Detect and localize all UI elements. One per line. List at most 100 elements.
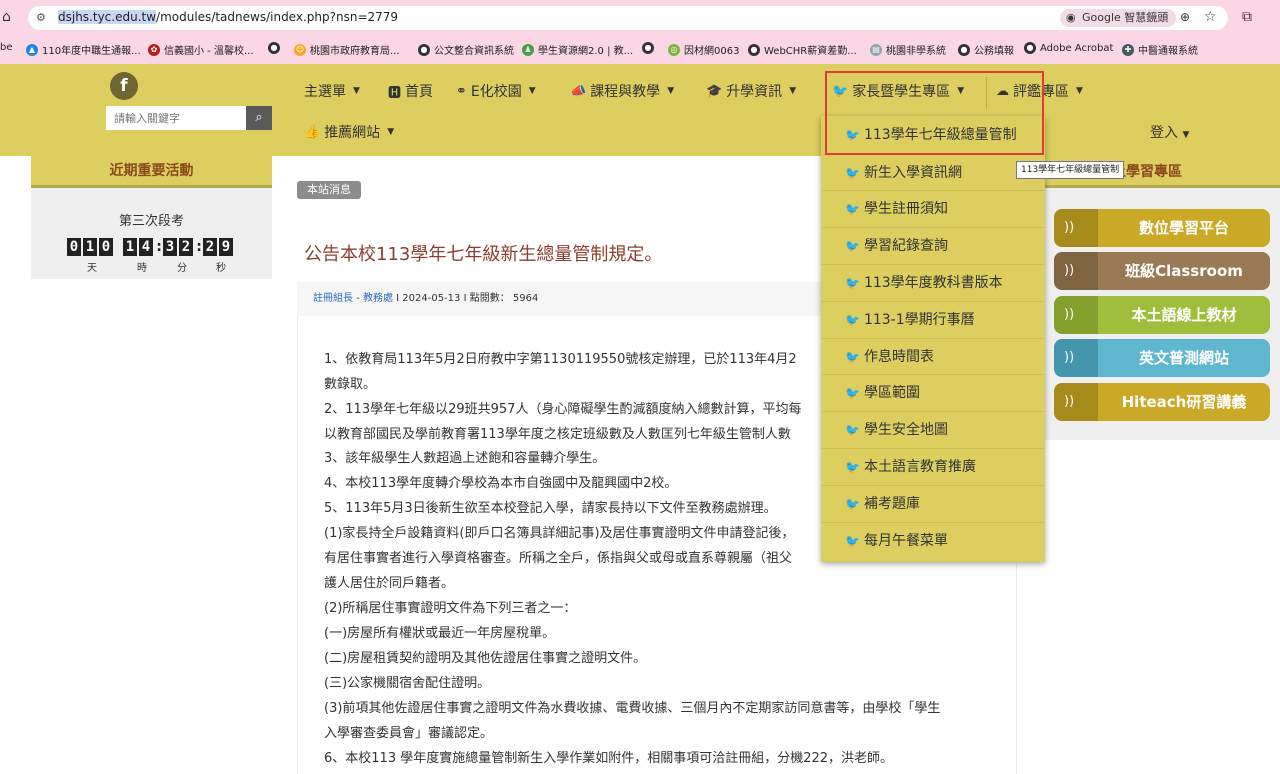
bookmark-item[interactable]: ● — [642, 42, 654, 54]
home-icon[interactable]: ⌂ — [2, 9, 18, 25]
article-paragraph: 護人居住於同戶籍者。 — [324, 576, 455, 591]
nav-further-study[interactable]: 🎓 升學資訊 ▼ — [706, 80, 796, 102]
countdown-digit: 3 — [163, 238, 177, 256]
native-language-button[interactable]: )) 本土語線上教材 — [1054, 296, 1270, 334]
author-link[interactable]: 註冊組長 — [313, 293, 353, 304]
article-paragraph: 6、本校113 學年度實施總量管制新生入學作業如附件，相關事項可洽註冊組，分機2… — [324, 751, 894, 766]
globe-icon: ● — [748, 43, 760, 56]
bookmark-item[interactable]: ◎ 因材網0063 — [668, 42, 739, 57]
nav-label: 首頁 — [405, 84, 434, 100]
dropdown-item[interactable]: 🐦 補考題庫 — [821, 485, 1045, 521]
countdown-digit: 4 — [139, 238, 153, 256]
google-lens-chip[interactable]: ◉ Google 智慧鏡頭 — [1060, 9, 1177, 27]
parents-students-dropdown: 🐦 113學年七年級總量管制 🐦 新生入學資訊網 🐦 學生註冊須知 🐦 學習紀錄查詢 🐦… — [821, 116, 1045, 562]
bookmark-item[interactable]: ● — [268, 42, 280, 54]
countdown-digit: 2 — [203, 238, 217, 256]
caret-down-icon: ▼ — [667, 86, 675, 96]
zoom-icon[interactable]: ⊕ — [1180, 10, 1190, 24]
bookmark-item[interactable]: ☺ 桃園市政府教育局... — [294, 42, 400, 57]
search-input[interactable] — [106, 106, 246, 130]
bookmark-item[interactable]: ● 公文整合資訊系統 — [418, 42, 514, 57]
news-badge[interactable]: 本站消息 — [297, 181, 361, 199]
nav-label: 升學資訊 — [726, 84, 783, 100]
dropdown-label: 學區範圍 — [863, 385, 920, 401]
bookmark-item[interactable]: ♟ 學生資源網2.0 | 教... — [522, 42, 633, 57]
nav-main-menu[interactable]: 主選單 ▼ — [304, 80, 360, 102]
bookmark-item[interactable]: ▤ 桃園非學系統 — [870, 42, 946, 57]
nav-label: 主選單 — [304, 84, 346, 100]
thumbs-up-icon: 👍 — [304, 124, 321, 140]
bookmark-item[interactable]: ● Adobe Acrobat — [1024, 42, 1113, 54]
facebook-icon[interactable]: f — [110, 72, 138, 100]
twitter-icon: 🐦 — [845, 497, 860, 511]
nav-home[interactable]: 🅷 首頁 — [388, 80, 433, 102]
dropdown-item[interactable]: 🐦 每月午餐菜單 — [821, 522, 1045, 558]
dropdown-item[interactable]: 🐦 學習紀錄查詢 — [821, 227, 1045, 263]
digital-learning-button[interactable]: )) 數位學習平台 — [1054, 209, 1270, 247]
rss-icon: )) — [1054, 209, 1098, 247]
bookmark-label: 公務填報 — [974, 46, 1014, 57]
login-button[interactable]: 登入 ▼ — [1150, 122, 1189, 142]
bullhorn-icon: 📣 — [570, 83, 587, 99]
adaptive-learning-icon: ◎ — [668, 43, 680, 56]
url-path: /modules/tadnews/index.php?nsn=2779 — [156, 10, 399, 24]
twitter-icon: 🐦 — [845, 350, 860, 364]
classroom-button[interactable]: )) 班級Classroom — [1054, 252, 1270, 290]
bookmark-label: WebCHR薪資差勤... — [764, 46, 857, 57]
bookmark-item[interactable]: ✿ 信義國小 - 溫馨校... — [148, 42, 254, 57]
nav-e-campus[interactable]: ⚭ E化校園 ▼ — [456, 80, 536, 102]
countdown-digit: 0 — [67, 238, 81, 256]
bookmark-item[interactable]: ✚ 中醫通報系統 — [1122, 42, 1198, 57]
bookmark-label: 中醫通報系統 — [1138, 46, 1198, 57]
bureau-logo-icon: ☺ — [294, 43, 306, 56]
meta-date-views: I 2024-05-13 I 點閱數： 5964 — [392, 293, 539, 304]
bookmark-item[interactable]: ● 公務填報 — [958, 42, 1014, 57]
bookmark-label: 110年度中職生通報... — [42, 46, 141, 57]
unit-minute: 分 — [177, 263, 187, 274]
address-bar[interactable]: ⚙ dsjhs.tyc.edu.tw/modules/tadnews/index… — [28, 6, 1228, 30]
article-paragraph: 5、113年5月3日後新生欲至本校登記入學，請家長持以下文件至教務處辦理。 — [324, 501, 777, 516]
caret-down-icon: ▼ — [1182, 130, 1190, 140]
dropdown-label: 補考題庫 — [863, 496, 920, 512]
twitter-icon: 🐦 — [845, 423, 860, 437]
article-paragraph: 3、該年級學生人數超過上述飽和容量轉介學生。 — [324, 451, 606, 466]
extensions-icon[interactable]: ⧉ — [1242, 9, 1252, 25]
dropdown-item[interactable]: 🐦 學區範圍 — [821, 374, 1045, 410]
bookmark-item[interactable]: be — [0, 42, 13, 53]
rss-icon: )) — [1054, 383, 1098, 421]
site-header: f ⌕ — [0, 64, 1280, 156]
english-test-button[interactable]: )) 英文普測網站 — [1054, 339, 1270, 377]
bookmark-label: 信義國小 - 溫馨校... — [164, 46, 254, 57]
nav-label: 課程與教學 — [590, 84, 661, 100]
countdown-units: 天 時 分 秒 — [31, 259, 272, 274]
twitter-icon: 🐦 — [845, 202, 860, 216]
site-settings-icon[interactable]: ⚙ — [36, 11, 46, 24]
dropdown-item[interactable]: 🐦 作息時間表 — [821, 338, 1045, 374]
dropdown-item[interactable]: 🐦 本土語言教育推廣 — [821, 448, 1045, 484]
bookmark-item[interactable]: ● WebCHR薪資差勤... — [748, 42, 857, 57]
office-link[interactable]: 教務處 — [363, 293, 393, 304]
dropdown-item[interactable]: 🐦 113學年度教科書版本 — [821, 264, 1045, 300]
url-text[interactable]: dsjhs.tyc.edu.tw/modules/tadnews/index.p… — [58, 10, 398, 24]
bookmark-item[interactable]: ▲ 110年度中職生通報... — [26, 42, 141, 57]
dropdown-item[interactable]: 🐦 學生安全地圖 — [821, 411, 1045, 447]
countdown-digit: 1 — [83, 238, 97, 256]
nav-recommended[interactable]: 👍 推薦網站 ▼ — [304, 121, 394, 143]
lens-icon: ◉ — [1066, 11, 1076, 24]
bookmark-label: be — [0, 42, 13, 53]
nav-curriculum[interactable]: 📣 課程與教學 ▼ — [570, 80, 674, 102]
article-paragraph: (二)房屋租賃契約證明及其他佐證居住事實之證明文件。 — [324, 651, 647, 666]
dropdown-item[interactable]: 🐦 學生註冊須知 — [821, 190, 1045, 226]
dropdown-item[interactable]: 🐦 113-1學期行事曆 — [821, 301, 1045, 337]
hiteach-button[interactable]: )) Hiteach研習講義 — [1054, 383, 1270, 421]
search-icon: ⌕ — [255, 110, 263, 125]
url-host: dsjhs.tyc.edu.tw — [58, 10, 157, 24]
side-button-label: 本土語線上教材 — [1098, 296, 1270, 334]
bookmark-star-icon[interactable]: ☆ — [1204, 9, 1217, 25]
bookmark-label: 公文整合資訊系統 — [434, 46, 514, 57]
report-system-icon: ✚ — [1122, 43, 1134, 56]
dropdown-item[interactable]: 🐦 新生入學資訊網 — [821, 154, 1045, 190]
caret-down-icon: ▼ — [353, 86, 360, 96]
article-paragraph: (1)家長持全戶設籍資料(即戶口名簿具詳細記事)及居住事實證明文件申請登記後， — [324, 526, 795, 541]
search-button[interactable]: ⌕ — [246, 106, 272, 130]
